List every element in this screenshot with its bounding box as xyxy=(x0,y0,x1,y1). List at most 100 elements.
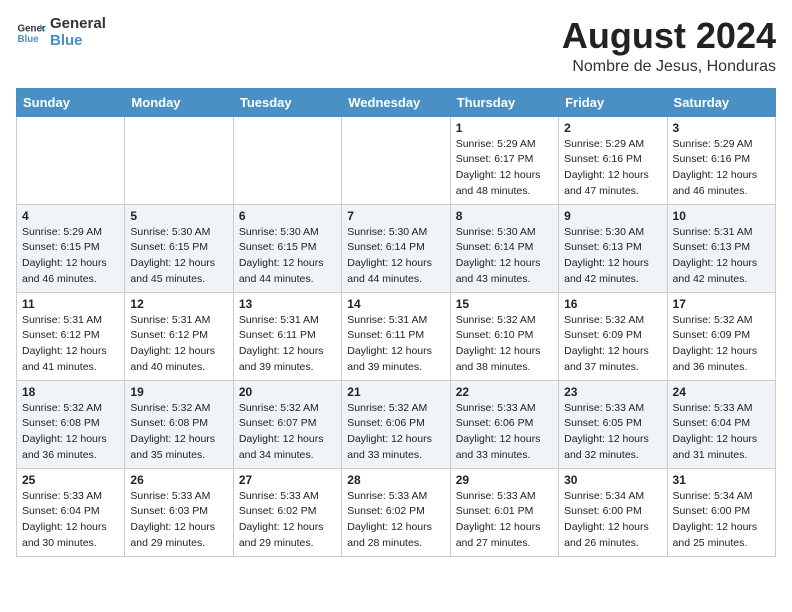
day-number: 21 xyxy=(347,385,444,399)
title-block: August 2024 Nombre de Jesus, Honduras xyxy=(562,16,776,76)
day-info: Sunrise: 5:31 AMSunset: 6:12 PMDaylight:… xyxy=(130,313,227,376)
day-info: Sunrise: 5:34 AMSunset: 6:00 PMDaylight:… xyxy=(673,489,770,552)
logo: General Blue General Blue xyxy=(16,16,106,49)
day-info: Sunrise: 5:29 AMSunset: 6:17 PMDaylight:… xyxy=(456,137,553,200)
day-number: 3 xyxy=(673,121,770,135)
day-info: Sunrise: 5:31 AMSunset: 6:11 PMDaylight:… xyxy=(239,313,336,376)
day-info: Sunrise: 5:33 AMSunset: 6:04 PMDaylight:… xyxy=(22,489,119,552)
calendar-cell-3-2: 12 Sunrise: 5:31 AMSunset: 6:12 PMDayligh… xyxy=(125,292,233,380)
calendar-cell-4-7: 24 Sunrise: 5:33 AMSunset: 6:04 PMDayligh… xyxy=(667,380,775,468)
day-info: Sunrise: 5:30 AMSunset: 6:14 PMDaylight:… xyxy=(347,225,444,288)
day-info: Sunrise: 5:33 AMSunset: 6:02 PMDaylight:… xyxy=(347,489,444,552)
day-info: Sunrise: 5:30 AMSunset: 6:15 PMDaylight:… xyxy=(130,225,227,288)
day-number: 8 xyxy=(456,209,553,223)
day-info: Sunrise: 5:32 AMSunset: 6:07 PMDaylight:… xyxy=(239,401,336,464)
day-info: Sunrise: 5:29 AMSunset: 6:16 PMDaylight:… xyxy=(564,137,661,200)
calendar-cell-2-6: 9Sunrise: 5:30 AMSunset: 6:13 PMDaylight… xyxy=(559,204,667,292)
day-number: 7 xyxy=(347,209,444,223)
weekday-header-monday: Monday xyxy=(125,88,233,116)
day-number: 24 xyxy=(673,385,770,399)
day-info: Sunrise: 5:29 AMSunset: 6:16 PMDaylight:… xyxy=(673,137,770,200)
day-number: 29 xyxy=(456,473,553,487)
day-info: Sunrise: 5:33 AMSunset: 6:06 PMDaylight:… xyxy=(456,401,553,464)
calendar-cell-2-3: 6 Sunrise: 5:30 AMSunset: 6:15 PMDaylight… xyxy=(233,204,341,292)
day-info: Sunrise: 5:32 AMSunset: 6:09 PMDaylight:… xyxy=(564,313,661,376)
day-info: Sunrise: 5:34 AMSunset: 6:00 PMDaylight:… xyxy=(564,489,661,552)
calendar-cell-1-2 xyxy=(125,116,233,204)
day-number: 22 xyxy=(456,385,553,399)
day-number: 20 xyxy=(239,385,336,399)
calendar-cell-1-1 xyxy=(17,116,125,204)
day-number: 25 xyxy=(22,473,119,487)
day-number: 1 xyxy=(456,121,553,135)
day-info: Sunrise: 5:33 AMSunset: 6:03 PMDaylight:… xyxy=(130,489,227,552)
calendar-cell-5-1: 25 Sunrise: 5:33 AMSunset: 6:04 PMDayligh… xyxy=(17,468,125,556)
day-number: 19 xyxy=(130,385,227,399)
calendar-cell-5-3: 27 Sunrise: 5:33 AMSunset: 6:02 PMDayligh… xyxy=(233,468,341,556)
week-row-1: 1 Sunrise: 5:29 AMSunset: 6:17 PMDaylight… xyxy=(17,116,776,204)
calendar-cell-5-2: 26 Sunrise: 5:33 AMSunset: 6:03 PMDayligh… xyxy=(125,468,233,556)
calendar-cell-3-5: 15Sunrise: 5:32 AMSunset: 6:10 PMDayligh… xyxy=(450,292,558,380)
week-row-4: 18 Sunrise: 5:32 AMSunset: 6:08 PMDayligh… xyxy=(17,380,776,468)
calendar-cell-2-5: 8 Sunrise: 5:30 AMSunset: 6:14 PMDaylight… xyxy=(450,204,558,292)
day-info: Sunrise: 5:33 AMSunset: 6:04 PMDaylight:… xyxy=(673,401,770,464)
logo-blue: Blue xyxy=(50,33,106,50)
page-header: General Blue General Blue August 2024 No… xyxy=(16,16,776,76)
day-info: Sunrise: 5:33 AMSunset: 6:02 PMDaylight:… xyxy=(239,489,336,552)
day-info: Sunrise: 5:32 AMSunset: 6:10 PMDaylight:… xyxy=(456,313,553,376)
week-row-5: 25 Sunrise: 5:33 AMSunset: 6:04 PMDayligh… xyxy=(17,468,776,556)
day-number: 9 xyxy=(564,209,661,223)
day-number: 26 xyxy=(130,473,227,487)
day-number: 30 xyxy=(564,473,661,487)
calendar-cell-3-7: 17 Sunrise: 5:32 AMSunset: 6:09 PMDayligh… xyxy=(667,292,775,380)
calendar-cell-4-1: 18 Sunrise: 5:32 AMSunset: 6:08 PMDayligh… xyxy=(17,380,125,468)
calendar-cell-4-6: 23 Sunrise: 5:33 AMSunset: 6:05 PMDayligh… xyxy=(559,380,667,468)
day-number: 5 xyxy=(130,209,227,223)
calendar-cell-2-4: 7 Sunrise: 5:30 AMSunset: 6:14 PMDaylight… xyxy=(342,204,450,292)
calendar-cell-4-5: 22 Sunrise: 5:33 AMSunset: 6:06 PMDayligh… xyxy=(450,380,558,468)
day-number: 17 xyxy=(673,297,770,311)
calendar-cell-2-1: 4 Sunrise: 5:29 AMSunset: 6:15 PMDaylight… xyxy=(17,204,125,292)
calendar-cell-1-3 xyxy=(233,116,341,204)
calendar-cell-1-5: 1 Sunrise: 5:29 AMSunset: 6:17 PMDaylight… xyxy=(450,116,558,204)
calendar-cell-1-6: 2 Sunrise: 5:29 AMSunset: 6:16 PMDaylight… xyxy=(559,116,667,204)
day-info: Sunrise: 5:30 AMSunset: 6:14 PMDaylight:… xyxy=(456,225,553,288)
day-number: 12 xyxy=(130,297,227,311)
day-info: Sunrise: 5:29 AMSunset: 6:15 PMDaylight:… xyxy=(22,225,119,288)
calendar-cell-5-5: 29 Sunrise: 5:33 AMSunset: 6:01 PMDayligh… xyxy=(450,468,558,556)
day-number: 27 xyxy=(239,473,336,487)
day-number: 23 xyxy=(564,385,661,399)
day-info: Sunrise: 5:32 AMSunset: 6:08 PMDaylight:… xyxy=(22,401,119,464)
day-number: 18 xyxy=(22,385,119,399)
day-info: Sunrise: 5:32 AMSunset: 6:09 PMDaylight:… xyxy=(673,313,770,376)
calendar-cell-3-6: 16Sunrise: 5:32 AMSunset: 6:09 PMDayligh… xyxy=(559,292,667,380)
calendar-cell-4-4: 21Sunrise: 5:32 AMSunset: 6:06 PMDayligh… xyxy=(342,380,450,468)
day-number: 14 xyxy=(347,297,444,311)
day-number: 13 xyxy=(239,297,336,311)
month-year-title: August 2024 xyxy=(562,16,776,56)
day-number: 4 xyxy=(22,209,119,223)
calendar-cell-1-4 xyxy=(342,116,450,204)
calendar-cell-5-4: 28Sunrise: 5:33 AMSunset: 6:02 PMDayligh… xyxy=(342,468,450,556)
week-row-2: 4 Sunrise: 5:29 AMSunset: 6:15 PMDaylight… xyxy=(17,204,776,292)
calendar-cell-5-7: 31 Sunrise: 5:34 AMSunset: 6:00 PMDayligh… xyxy=(667,468,775,556)
day-info: Sunrise: 5:31 AMSunset: 6:13 PMDaylight:… xyxy=(673,225,770,288)
location-subtitle: Nombre de Jesus, Honduras xyxy=(562,58,776,76)
day-number: 2 xyxy=(564,121,661,135)
day-number: 10 xyxy=(673,209,770,223)
day-number: 31 xyxy=(673,473,770,487)
day-info: Sunrise: 5:33 AMSunset: 6:01 PMDaylight:… xyxy=(456,489,553,552)
calendar-cell-4-2: 19Sunrise: 5:32 AMSunset: 6:08 PMDayligh… xyxy=(125,380,233,468)
day-info: Sunrise: 5:30 AMSunset: 6:15 PMDaylight:… xyxy=(239,225,336,288)
calendar-cell-1-7: 3 Sunrise: 5:29 AMSunset: 6:16 PMDaylight… xyxy=(667,116,775,204)
calendar-cell-3-3: 13 Sunrise: 5:31 AMSunset: 6:11 PMDayligh… xyxy=(233,292,341,380)
day-info: Sunrise: 5:31 AMSunset: 6:11 PMDaylight:… xyxy=(347,313,444,376)
calendar-cell-2-7: 10 Sunrise: 5:31 AMSunset: 6:13 PMDayligh… xyxy=(667,204,775,292)
day-number: 6 xyxy=(239,209,336,223)
weekday-header-tuesday: Tuesday xyxy=(233,88,341,116)
week-row-3: 11 Sunrise: 5:31 AMSunset: 6:12 PMDayligh… xyxy=(17,292,776,380)
day-info: Sunrise: 5:33 AMSunset: 6:05 PMDaylight:… xyxy=(564,401,661,464)
logo-general: General xyxy=(50,16,106,33)
day-number: 11 xyxy=(22,297,119,311)
calendar-cell-3-4: 14 Sunrise: 5:31 AMSunset: 6:11 PMDayligh… xyxy=(342,292,450,380)
